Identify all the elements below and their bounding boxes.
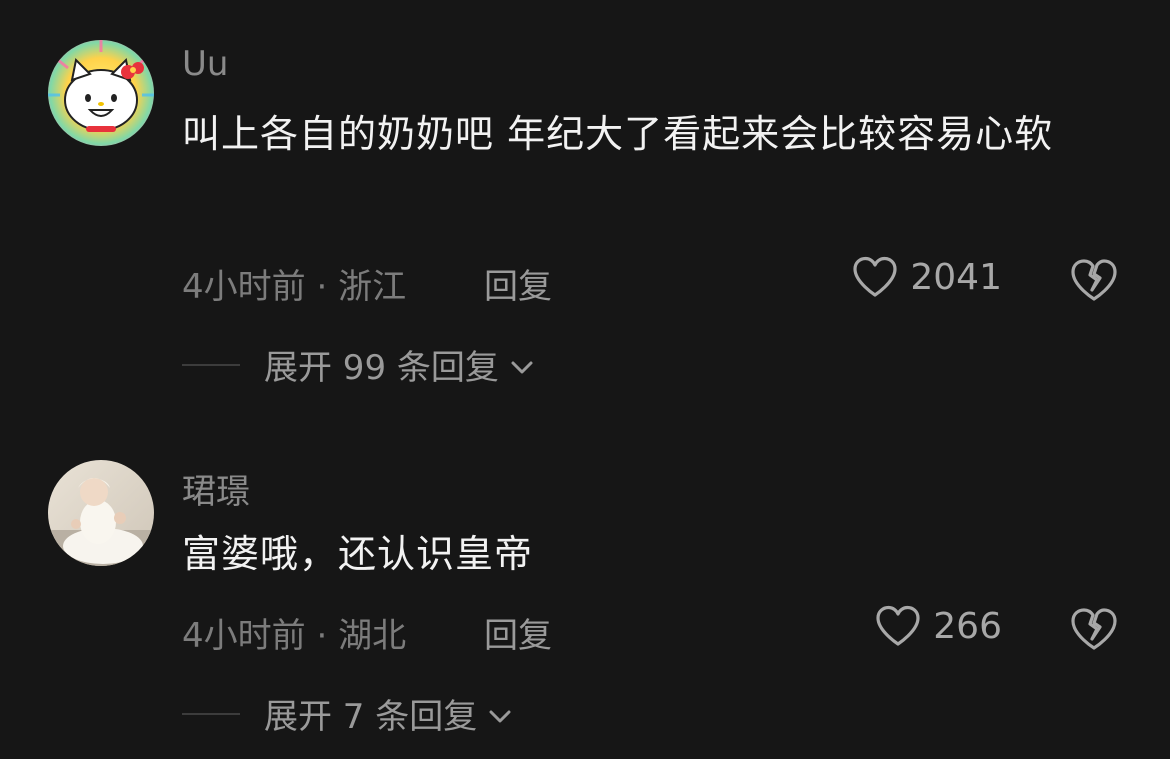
expand-replies-label: 展开 7 条回复: [264, 697, 478, 737]
baby-photo-avatar-icon: [48, 460, 154, 566]
dislike-button[interactable]: [1070, 258, 1118, 306]
expand-replies-button[interactable]: 展开 7 条回复: [182, 689, 513, 738]
like-count: 2041: [910, 256, 1002, 298]
comment-text: 叫上各自的奶奶吧 年纪大了看起来会比较容易心软: [182, 112, 1054, 156]
meta-separator: ·: [305, 267, 339, 307]
comment-meta: 4小时前 · 湖北: [182, 608, 406, 657]
expand-replies-label: 展开 99 条回复: [264, 348, 499, 388]
comment-location: 湖北: [338, 616, 407, 656]
broken-heart-icon: [1071, 259, 1117, 301]
heart-icon: [876, 605, 920, 646]
username[interactable]: Uu: [182, 44, 228, 84]
avatar[interactable]: [48, 460, 154, 566]
reply-button[interactable]: 回复: [484, 608, 552, 657]
comment-meta: 4小时前 · 浙江: [182, 259, 406, 308]
username[interactable]: 珺璟: [182, 464, 250, 513]
chevron-down-icon: [511, 361, 533, 373]
comment-location: 浙江: [338, 267, 407, 307]
heart-icon: [853, 256, 897, 297]
hello-kitty-avatar-icon: [48, 40, 154, 146]
divider-line: [182, 712, 240, 715]
comment-time: 4小时前: [182, 267, 306, 307]
meta-separator: ·: [305, 616, 339, 656]
like-button[interactable]: 266: [875, 605, 1002, 647]
comment-text: 富婆哦，还认识皇帝: [182, 532, 534, 576]
comment-time: 4小时前: [182, 616, 306, 656]
dislike-button[interactable]: [1070, 607, 1118, 655]
like-button[interactable]: 2041: [852, 256, 1002, 298]
expand-replies-button[interactable]: 展开 99 条回复: [182, 340, 535, 389]
divider-line: [182, 363, 240, 366]
broken-heart-icon: [1071, 608, 1117, 650]
avatar[interactable]: [48, 40, 154, 146]
like-count: 266: [933, 605, 1002, 647]
chevron-down-icon: [489, 710, 511, 722]
reply-button[interactable]: 回复: [484, 259, 552, 308]
